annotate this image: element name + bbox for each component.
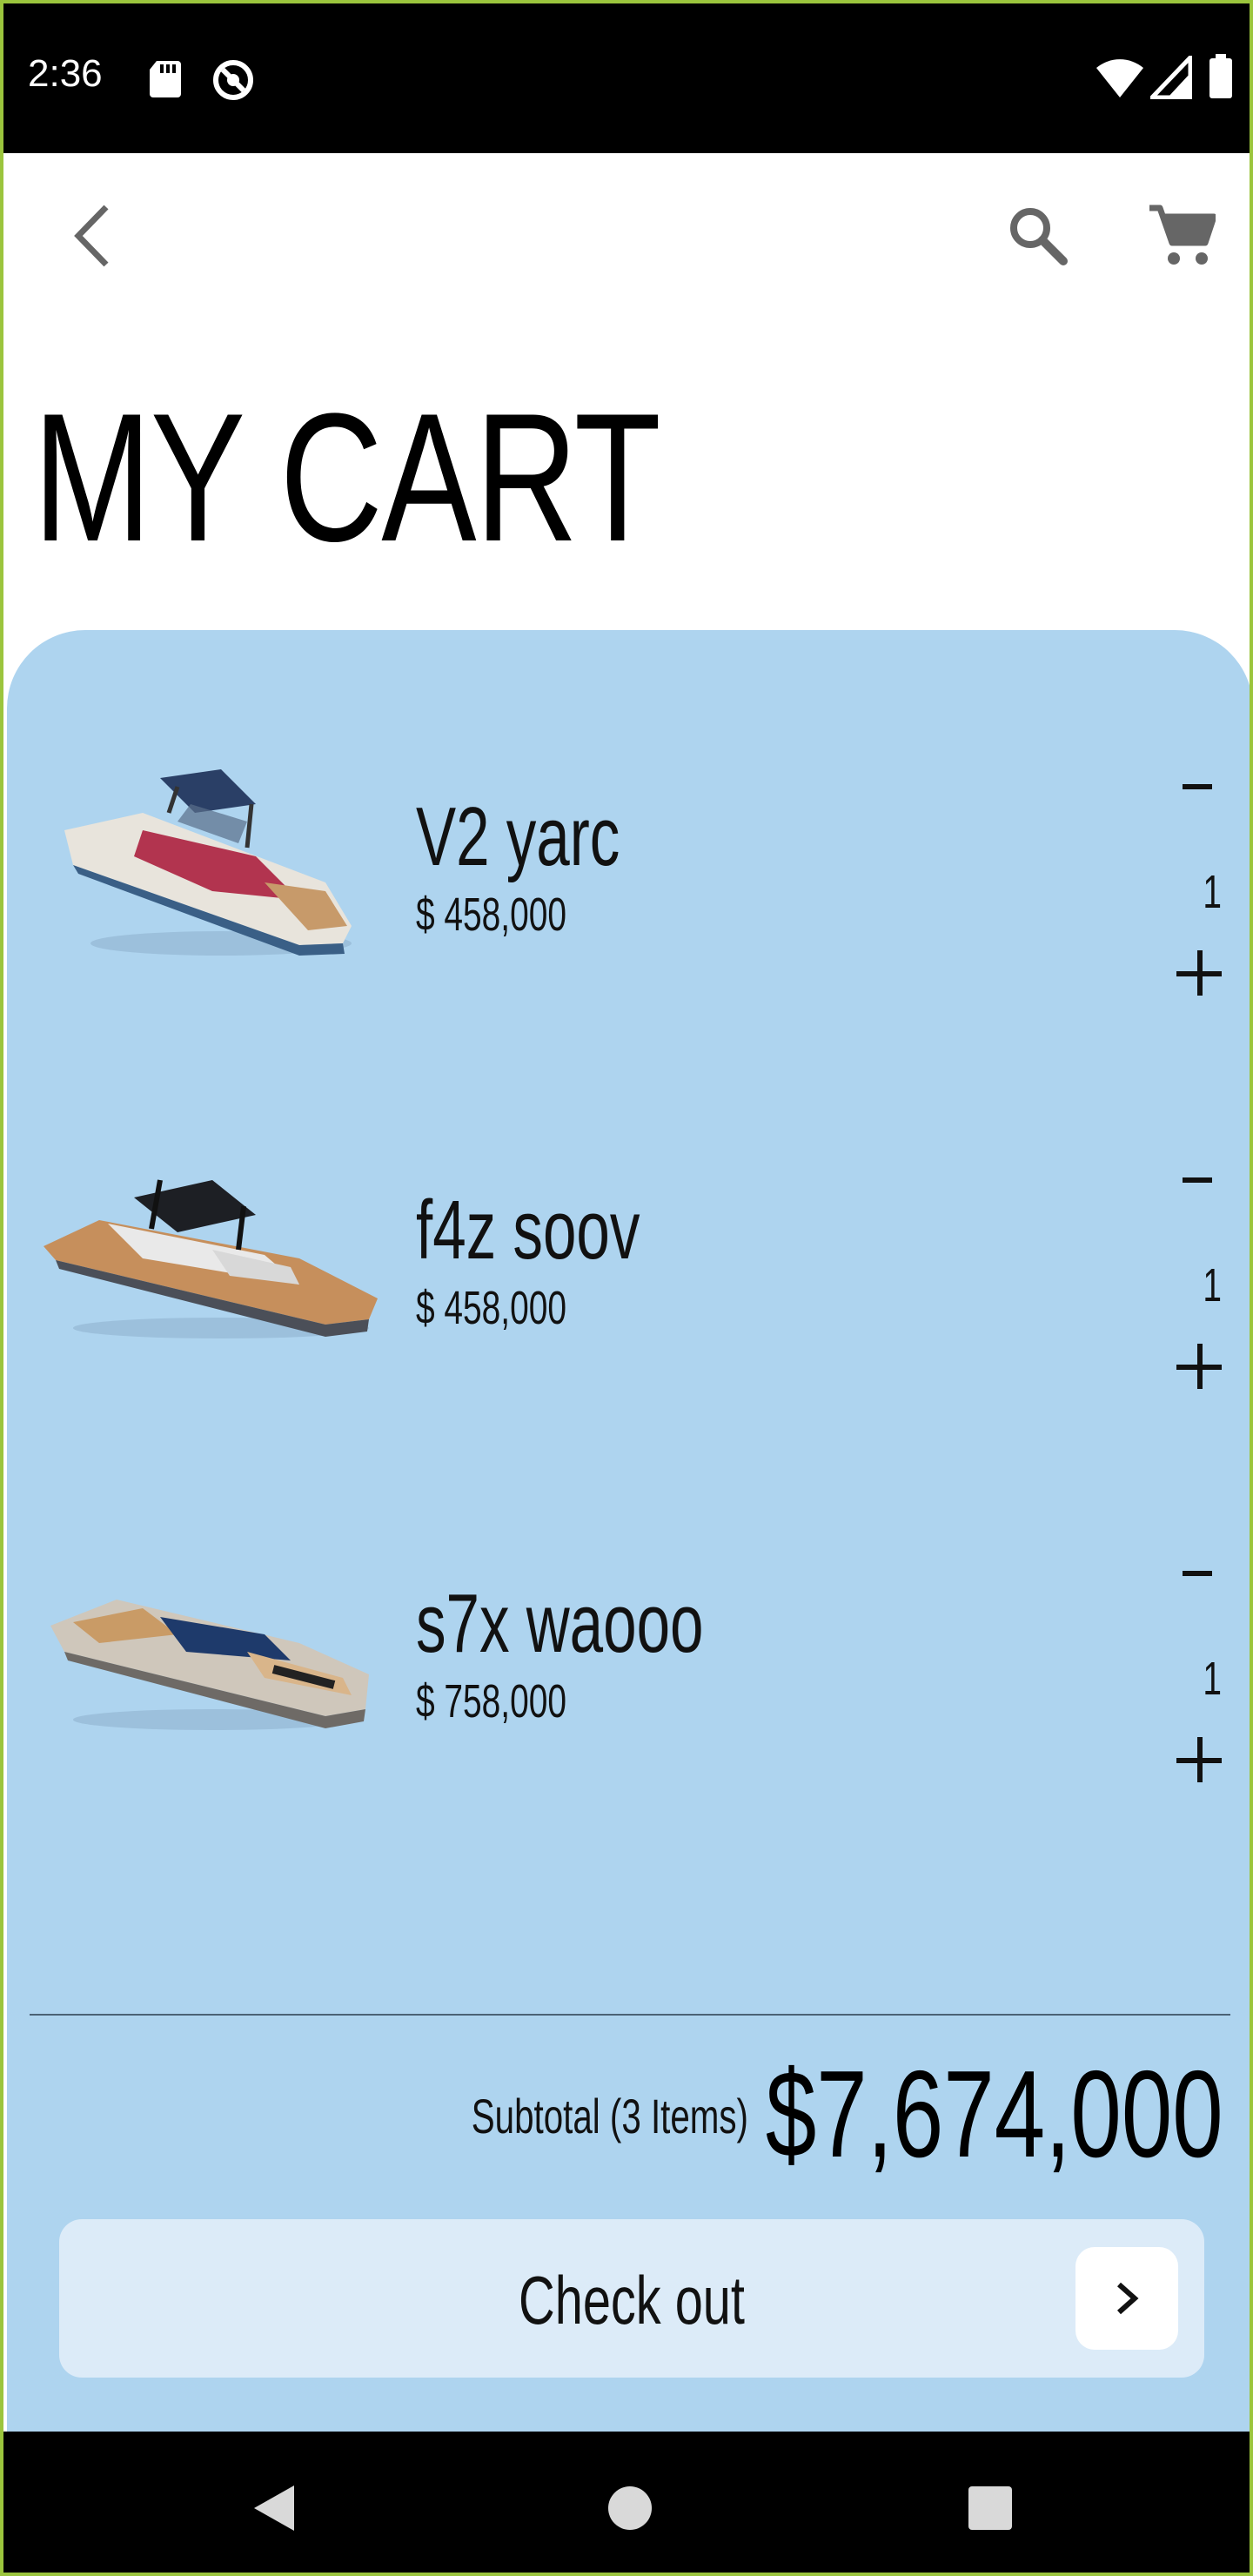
wifi-icon xyxy=(1095,57,1145,104)
cart-item: s7x waooo $ 758,000 1 xyxy=(7,1513,1250,1826)
item-name: V2 yarc xyxy=(416,790,620,883)
minus-icon xyxy=(1183,1177,1212,1183)
item-price: $ 458,000 xyxy=(416,889,566,941)
subtotal-value: $7,674,000 xyxy=(766,2045,1223,2184)
item-quantity: 1 xyxy=(1203,1259,1222,1311)
chevron-right-icon xyxy=(1075,2247,1178,2350)
search-button[interactable] xyxy=(997,197,1079,278)
nav-recents-button[interactable] xyxy=(955,2475,1025,2545)
decrease-quantity-button[interactable] xyxy=(1171,1154,1223,1206)
cart-item: V2 yarc $ 458,000 1 xyxy=(7,726,1250,1039)
increase-quantity-button[interactable] xyxy=(1169,943,1230,1004)
item-name: f4z soov xyxy=(416,1184,640,1277)
status-bar: 2:36 xyxy=(3,3,1250,153)
item-quantity: 1 xyxy=(1203,1653,1222,1705)
checkout-label: Check out xyxy=(519,2262,745,2338)
back-button[interactable] xyxy=(52,198,131,277)
app-bar xyxy=(3,153,1250,327)
minus-icon xyxy=(1183,784,1212,789)
subtotal-label: Subtotal (3 Items) xyxy=(471,2089,748,2143)
decrease-quantity-button[interactable] xyxy=(1171,1547,1223,1600)
status-time: 2:36 xyxy=(28,52,103,95)
shopping-cart-icon xyxy=(1148,205,1217,272)
system-nav-bar xyxy=(3,2432,1250,2573)
nav-home-button[interactable] xyxy=(595,2475,665,2545)
cart-item: f4z soov $ 458,000 1 xyxy=(7,1119,1250,1432)
item-price: $ 758,000 xyxy=(416,1675,566,1727)
signal-icon xyxy=(1147,51,1193,104)
boat-image xyxy=(38,1539,386,1756)
divider xyxy=(30,2014,1230,2016)
item-name: s7x waooo xyxy=(416,1577,704,1670)
battery-icon xyxy=(1208,54,1234,104)
boat-image xyxy=(38,752,386,969)
increase-quantity-button[interactable] xyxy=(1169,1730,1230,1791)
page-title: MY CART xyxy=(33,375,661,580)
sync-disabled-icon xyxy=(211,57,256,107)
boat-image xyxy=(38,1145,386,1363)
item-price: $ 458,000 xyxy=(416,1282,566,1334)
decrease-quantity-button[interactable] xyxy=(1171,761,1223,813)
chevron-left-icon xyxy=(70,204,113,272)
minus-icon xyxy=(1183,1571,1212,1576)
checkout-button[interactable]: Check out xyxy=(59,2219,1204,2378)
nav-back-button[interactable] xyxy=(238,2475,308,2545)
back-triangle-icon xyxy=(249,2482,298,2539)
recents-square-icon xyxy=(967,2485,1014,2536)
cart-button[interactable] xyxy=(1138,197,1225,278)
increase-quantity-button[interactable] xyxy=(1169,1337,1230,1398)
item-quantity: 1 xyxy=(1203,866,1222,918)
home-circle-icon xyxy=(606,2484,654,2537)
cart-panel: V2 yarc $ 458,000 1 f4z soov $ 458,000 1… xyxy=(7,630,1250,2432)
search-icon xyxy=(1008,205,1069,271)
app-frame: 2:36 MY CART V2 yarc $ 458,000 1 f4z soo… xyxy=(0,0,1253,2576)
sd-card-icon xyxy=(148,59,183,102)
